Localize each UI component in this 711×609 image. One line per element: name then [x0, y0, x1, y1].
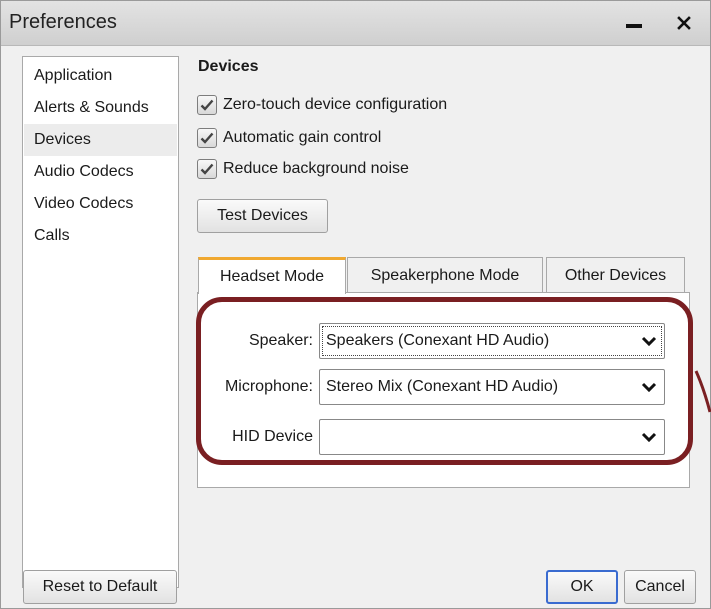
- window-title: Preferences: [9, 11, 117, 33]
- zero-touch-checkbox-row[interactable]: Zero-touch device configuration: [197, 93, 447, 117]
- speaker-value: Speakers (Conexant HD Audio): [326, 332, 550, 349]
- chevron-down-icon: [634, 432, 664, 442]
- sidebar-item-alerts-sounds[interactable]: Alerts & Sounds: [24, 92, 177, 124]
- close-button[interactable]: [667, 7, 701, 39]
- sidebar-item-audio-codecs[interactable]: Audio Codecs: [24, 156, 177, 188]
- checkmark-icon: [200, 99, 214, 111]
- preferences-window: Preferences Application Alerts & Sounds …: [0, 0, 711, 609]
- microphone-label: Microphone:: [224, 378, 313, 395]
- sidebar-item-devices[interactable]: Devices: [24, 124, 177, 156]
- noise-reduction-label: Reduce background noise: [223, 160, 409, 177]
- gain-control-checkbox-row[interactable]: Automatic gain control: [197, 126, 381, 150]
- preferences-category-list: Application Alerts & Sounds Devices Audi…: [22, 56, 179, 588]
- minimize-icon: [626, 24, 642, 28]
- hid-device-select[interactable]: [319, 419, 665, 455]
- microphone-select[interactable]: Stereo Mix (Conexant HD Audio): [319, 369, 665, 405]
- close-icon: [677, 16, 691, 30]
- ok-button[interactable]: OK: [546, 570, 618, 604]
- checkmark-icon: [200, 132, 214, 144]
- tab-other-devices[interactable]: Other Devices: [546, 257, 685, 293]
- section-title: Devices: [198, 58, 259, 75]
- minimize-button[interactable]: [617, 7, 651, 39]
- chevron-down-icon: [634, 382, 664, 392]
- sidebar-item-application[interactable]: Application: [24, 60, 177, 92]
- annotation-arrow-icon: [694, 370, 711, 413]
- speaker-label: Speaker:: [248, 332, 313, 349]
- checkmark-icon: [200, 163, 214, 175]
- noise-reduction-checkbox[interactable]: [197, 159, 217, 179]
- hid-device-label: HID Device: [232, 428, 313, 445]
- chevron-down-icon: [634, 336, 664, 346]
- title-bar[interactable]: Preferences: [1, 1, 710, 46]
- zero-touch-label: Zero-touch device configuration: [223, 96, 448, 113]
- cancel-button[interactable]: Cancel: [624, 570, 696, 604]
- sidebar-item-video-codecs[interactable]: Video Codecs: [24, 188, 177, 220]
- test-devices-button[interactable]: Test Devices: [197, 199, 328, 233]
- tab-speakerphone-mode[interactable]: Speakerphone Mode: [347, 257, 543, 293]
- gain-control-checkbox[interactable]: [197, 128, 217, 148]
- reset-to-default-button[interactable]: Reset to Default: [23, 570, 177, 604]
- noise-reduction-checkbox-row[interactable]: Reduce background noise: [197, 157, 409, 181]
- microphone-value: Stereo Mix (Conexant HD Audio): [326, 378, 559, 395]
- sidebar-item-calls[interactable]: Calls: [24, 220, 177, 252]
- gain-control-label: Automatic gain control: [223, 129, 382, 146]
- zero-touch-checkbox[interactable]: [197, 95, 217, 115]
- speaker-select[interactable]: Speakers (Conexant HD Audio): [319, 323, 665, 359]
- tab-headset-mode[interactable]: Headset Mode: [198, 257, 346, 294]
